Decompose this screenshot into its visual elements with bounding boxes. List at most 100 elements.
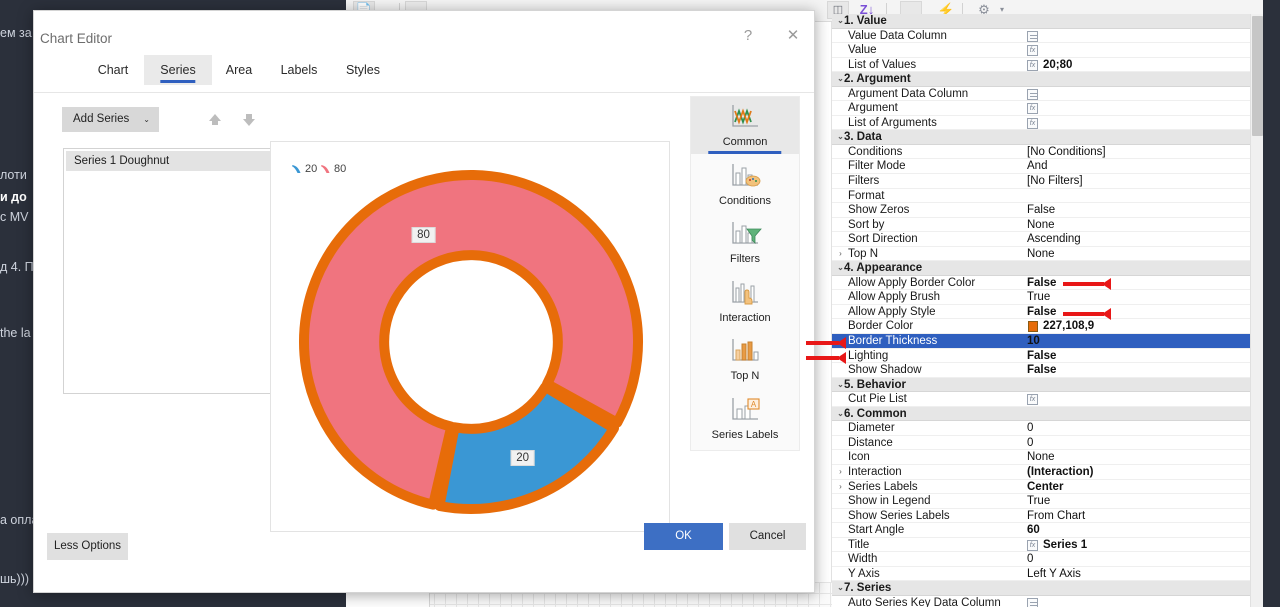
property-category[interactable]: ⌄ 4. Appearance [832, 261, 1250, 276]
property-value[interactable]: 20;80 [1043, 58, 1072, 73]
tab-series[interactable]: Series [144, 55, 212, 85]
property-value[interactable]: None [1027, 450, 1055, 465]
property-row[interactable]: Diameter 0 [832, 421, 1250, 436]
tab-labels[interactable]: Labels [266, 55, 332, 85]
scrollbar-thumb[interactable] [1252, 16, 1263, 136]
property-row[interactable]: Start Angle 60 [832, 523, 1250, 538]
property-row[interactable]: Distance 0 [832, 436, 1250, 451]
property-row[interactable]: › Top N None [832, 247, 1250, 262]
less-options-button[interactable]: Less Options [47, 533, 128, 560]
help-icon[interactable]: ? [734, 23, 762, 49]
formula-icon[interactable]: fx [1027, 539, 1038, 551]
data-column-icon[interactable] [1027, 30, 1038, 42]
property-value[interactable]: 10 [1027, 334, 1040, 349]
tab-chart[interactable]: Chart [82, 55, 144, 85]
tab-styles[interactable]: Styles [332, 55, 394, 85]
formula-icon[interactable]: fx [1027, 59, 1038, 71]
property-row[interactable]: Icon None [832, 450, 1250, 465]
data-column-icon[interactable] [1027, 597, 1038, 607]
property-row[interactable]: Auto Series Key Data Column [832, 596, 1250, 607]
property-row[interactable]: Argument fx [832, 101, 1250, 116]
property-row[interactable]: Show Shadow False [832, 363, 1250, 378]
property-value[interactable]: 60 [1027, 523, 1040, 538]
property-row[interactable]: List of Arguments fx [832, 116, 1250, 131]
property-row[interactable]: Y Axis Left Y Axis [832, 567, 1250, 582]
property-category[interactable]: ⌄ 5. Behavior [832, 377, 1250, 393]
series-options-rail[interactable]: Common Conditions Filters Interaction Top N A… [690, 96, 800, 451]
property-value[interactable]: False [1027, 349, 1056, 364]
cancel-button[interactable]: Cancel [729, 523, 806, 550]
property-row[interactable]: Show Zeros False [832, 203, 1250, 218]
formula-icon[interactable]: fx [1027, 103, 1038, 115]
property-value[interactable]: True [1027, 494, 1050, 509]
move-series-down-button[interactable] [241, 113, 257, 127]
rail-item-conditions[interactable]: Conditions [691, 156, 799, 213]
rail-item-top-n[interactable]: Top N [691, 331, 799, 388]
property-value[interactable]: From Chart [1027, 509, 1085, 524]
property-row[interactable]: Value fx [832, 43, 1250, 58]
property-value[interactable]: (Interaction) [1027, 465, 1093, 480]
chevron-right-icon[interactable]: › [835, 247, 846, 262]
property-category[interactable]: ⌄ 1. Value [832, 14, 1250, 29]
add-series-button[interactable]: Add Series ⌄ [62, 107, 159, 132]
property-row[interactable]: Format [832, 189, 1250, 204]
property-value[interactable]: 0 [1027, 552, 1033, 567]
property-value[interactable]: 0 [1027, 421, 1033, 436]
dialog-tabs[interactable]: Chart Series Area Labels Styles [34, 55, 814, 93]
property-row[interactable]: Filter Mode And [832, 159, 1250, 175]
series-list[interactable]: Series 1 Doughnut [63, 148, 291, 394]
property-value[interactable]: 0 [1027, 436, 1033, 451]
property-row[interactable]: Sort by None [832, 218, 1250, 233]
property-row[interactable]: Border Thickness 10 [832, 334, 1250, 349]
property-row[interactable]: List of Values fx 20;80 [832, 58, 1250, 73]
property-row[interactable]: › Interaction (Interaction) [832, 465, 1250, 480]
property-value[interactable]: 227,108,9 [1043, 319, 1094, 334]
series-list-item[interactable]: Series 1 Doughnut [66, 151, 290, 171]
property-row[interactable]: Filters [No Filters] [832, 174, 1250, 189]
properties-scrollbar[interactable] [1250, 14, 1263, 607]
property-row[interactable]: Sort Direction Ascending [832, 232, 1250, 247]
property-value[interactable]: Ascending [1027, 232, 1081, 247]
property-category[interactable]: ⌄ 6. Common [832, 406, 1250, 422]
rail-item-filters[interactable]: Filters [691, 214, 799, 271]
color-swatch[interactable] [1028, 321, 1038, 333]
rail-item-common[interactable]: Common [691, 97, 799, 154]
property-row[interactable]: Cut Pie List fx [832, 392, 1250, 407]
ok-button[interactable]: OK [644, 523, 723, 550]
property-value[interactable]: False [1027, 363, 1056, 378]
property-row[interactable]: Show in Legend True [832, 494, 1250, 509]
close-icon[interactable]: ✕ [779, 23, 807, 49]
property-row[interactable]: Allow Apply Border Color False [832, 276, 1250, 291]
tab-area[interactable]: Area [212, 55, 266, 85]
formula-icon[interactable]: fx [1027, 394, 1038, 406]
chevron-right-icon[interactable]: › [835, 465, 846, 480]
property-row[interactable]: Title fx Series 1 [832, 538, 1250, 553]
property-row[interactable]: Width 0 [832, 552, 1250, 567]
chevron-right-icon[interactable]: › [835, 480, 846, 495]
formula-icon[interactable]: fx [1027, 117, 1038, 129]
rail-item-interaction[interactable]: Interaction [691, 273, 799, 330]
property-value[interactable]: Center [1027, 480, 1063, 495]
property-value[interactable]: False [1027, 305, 1056, 320]
property-row[interactable]: Argument Data Column [832, 87, 1250, 102]
formula-icon[interactable]: fx [1027, 45, 1038, 57]
property-category[interactable]: ⌄ 2. Argument [832, 72, 1250, 87]
property-category[interactable]: ⌄ 3. Data [832, 130, 1250, 145]
property-row[interactable]: Lighting False [832, 349, 1250, 364]
data-column-icon[interactable] [1027, 88, 1038, 100]
property-category[interactable]: ⌄ 7. Series [832, 581, 1250, 596]
move-series-up-button[interactable] [207, 113, 223, 127]
property-value[interactable]: [No Conditions] [1027, 145, 1106, 160]
property-row[interactable]: Border Color 227,108,9 [832, 319, 1250, 335]
property-row[interactable]: Allow Apply Style False [832, 305, 1250, 320]
property-value[interactable]: False [1027, 276, 1056, 291]
property-value[interactable]: Left Y Axis [1027, 567, 1081, 582]
property-value[interactable]: None [1027, 247, 1055, 262]
property-value[interactable]: None [1027, 218, 1055, 233]
property-value[interactable]: Series 1 [1043, 538, 1087, 553]
property-value[interactable]: True [1027, 290, 1050, 305]
property-value[interactable]: [No Filters] [1027, 174, 1083, 189]
rail-item-series-labels[interactable]: A Series Labels [691, 390, 799, 447]
property-row[interactable]: Allow Apply Brush True [832, 290, 1250, 305]
property-row[interactable]: Show Series Labels From Chart [832, 509, 1250, 524]
